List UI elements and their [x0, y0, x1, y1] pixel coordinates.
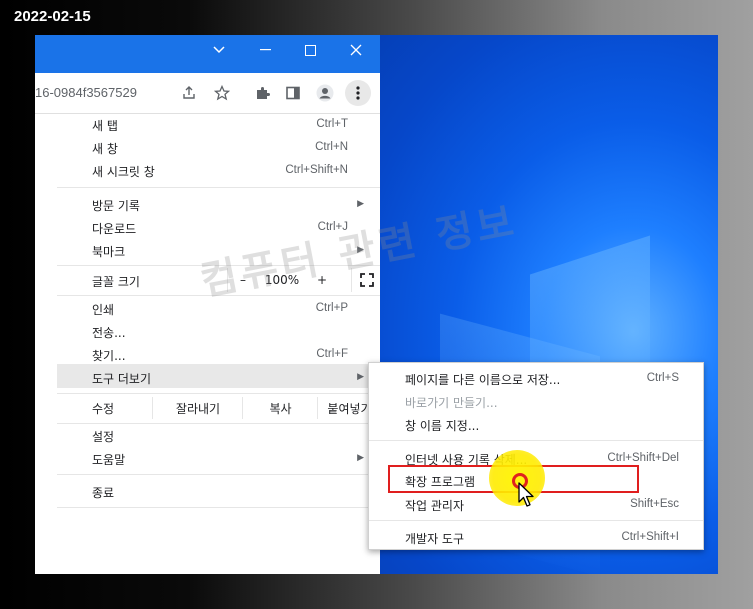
share-icon[interactable] [177, 81, 201, 105]
date-stamp: 2022-02-15 [14, 8, 91, 25]
menu-item-more-tools[interactable]: 도구 더보기 ▶ [57, 364, 380, 388]
maximize-button[interactable] [287, 35, 333, 65]
chrome-main-menu: 새 탭 Ctrl+T 새 창 Ctrl+N 새 시크릿 창 Ctrl+Shift… [57, 114, 380, 509]
address-bar-url[interactable]: 16-0984f3567529 [35, 85, 137, 100]
copy-button[interactable]: 복사 [242, 397, 318, 419]
more-tools-submenu: 페이지를 다른 이름으로 저장... Ctrl+S 바로가기 만들기... 창 … [368, 362, 704, 550]
menu-divider [57, 474, 380, 475]
chevron-right-icon: ▶ [357, 199, 364, 209]
menu-divider [369, 520, 703, 521]
menu-divider [57, 507, 380, 508]
tab-search-icon[interactable] [196, 35, 242, 65]
more-menu-icon[interactable] [345, 80, 371, 106]
menu-divider [57, 393, 380, 394]
close-button[interactable] [333, 35, 379, 65]
bookmark-star-icon[interactable] [210, 81, 234, 105]
minimize-button[interactable] [242, 35, 288, 65]
browser-toolbar: 16-0984f3567529 [35, 73, 380, 114]
menu-divider [57, 423, 380, 424]
mouse-pointer-icon [518, 482, 534, 507]
browser-titlebar [35, 35, 380, 73]
menu-divider [369, 440, 703, 441]
menu-divider [57, 187, 380, 188]
chevron-right-icon: ▶ [357, 372, 364, 382]
profile-avatar-icon[interactable] [313, 81, 337, 105]
chevron-right-icon: ▶ [357, 453, 364, 463]
extensions-puzzle-icon[interactable] [251, 81, 275, 105]
side-panel-icon[interactable] [281, 81, 305, 105]
cut-button[interactable]: 잘라내기 [152, 397, 243, 419]
